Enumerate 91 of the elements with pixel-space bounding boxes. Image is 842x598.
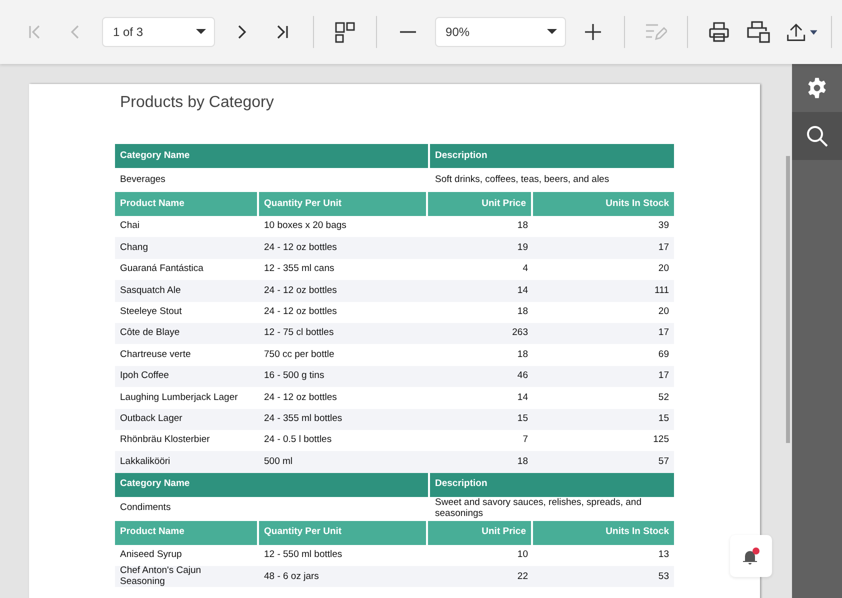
table-cell-text: 52 xyxy=(657,390,670,405)
table-cell-text: Chef Anton's Cajun Seasoning xyxy=(119,566,202,588)
table-cell-text: Rhönbräu Klosterbier xyxy=(119,433,211,448)
printer-icon xyxy=(708,21,730,43)
table-cell-text: Côte de Blaye xyxy=(119,326,181,340)
table-cell-text: 17 xyxy=(657,326,670,340)
table-cell-text: Soft drinks, coffees, teas, beers, and ales xyxy=(434,172,610,187)
table-cell-text: 10 boxes x 20 bags xyxy=(263,219,348,234)
column-header: Quantity Per Unit xyxy=(259,192,428,216)
table-cell-text: 19 xyxy=(516,240,529,255)
table-cell-text: 15 xyxy=(516,412,529,426)
table-cell-text: 53 xyxy=(657,570,670,584)
table-cell-text: 750 cc per bottle xyxy=(263,348,336,362)
column-header: Category Name xyxy=(115,472,430,497)
column-header: Unit Price xyxy=(428,192,533,216)
table-cell-text: 17 xyxy=(657,240,670,255)
table-cell-text: 18 xyxy=(516,305,529,320)
table-cell-text: 10 xyxy=(516,548,529,562)
report-title: Products by Category xyxy=(120,94,275,112)
table-cell-text: 20 xyxy=(657,305,670,320)
table-cell-text: 22 xyxy=(516,570,529,584)
table-cell-text: 48 - 6 oz jars xyxy=(263,570,320,584)
table-cell-text: 16 - 500 g tins xyxy=(263,369,326,384)
upload-icon xyxy=(786,21,806,43)
table-cell-text: 24 - 355 ml bottles xyxy=(263,412,344,426)
zoom-select[interactable]: 90% xyxy=(434,17,566,47)
table-cell-text: 12 - 550 ml bottles xyxy=(263,548,344,562)
caret-icon xyxy=(810,30,818,34)
table-cell-text: Aniseed Syrup xyxy=(119,548,183,562)
table-cell-text: 18 xyxy=(516,219,529,234)
page-select[interactable]: 1 of 3 xyxy=(102,17,215,47)
search-icon xyxy=(806,125,828,147)
pages-grid-icon xyxy=(334,21,356,43)
table-cell-text: 24 - 12 oz bottles xyxy=(263,390,338,405)
table-cell-text: Sasquatch Ale xyxy=(119,284,182,298)
caret-icon xyxy=(546,29,557,35)
table-cell-text: Ipoh Coffee xyxy=(119,369,170,384)
scrollbar[interactable] xyxy=(786,156,790,443)
table-cell-text: 57 xyxy=(657,454,670,469)
table-cell-text: Beverages xyxy=(119,172,166,187)
table-cell-text: 263 xyxy=(511,326,529,340)
table-cell-text: 500 ml xyxy=(263,454,294,469)
table-cell-text: 13 xyxy=(657,548,670,562)
table-cell-text: Sweet and savory sauces, relishes, spreads, and seasonings xyxy=(434,496,642,521)
table-cell-text: Chartreuse verte xyxy=(119,348,192,362)
table-cell-text: Laughing Lumberjack Lager xyxy=(119,390,239,405)
column-header: Quantity Per Unit xyxy=(259,520,428,545)
table-cell-text: Chang xyxy=(119,240,149,255)
table-cell-text: 15 xyxy=(657,412,670,426)
table-cell-text: 17 xyxy=(657,369,670,384)
table-cell-text: 18 xyxy=(516,454,529,469)
table-cell-text: 14 xyxy=(516,390,529,405)
table-cell-text: 12 - 75 cl bottles xyxy=(263,326,335,340)
column-header: Unit Price xyxy=(428,520,533,545)
column-header: Product Name xyxy=(115,520,259,545)
table-cell-text: Steeleye Stout xyxy=(119,305,183,320)
table-cell-text: Outback Lager xyxy=(119,412,184,426)
settings-icon xyxy=(806,77,828,99)
table-cell-text: 24 - 0.5 l bottles xyxy=(263,433,333,448)
minus-icon xyxy=(398,31,417,33)
table-cell-text: 24 - 12 oz bottles xyxy=(263,305,338,320)
table-cell-text: Chai xyxy=(119,219,141,234)
column-header: Product Name xyxy=(115,192,259,216)
plus-icon xyxy=(584,23,602,41)
bell-icon xyxy=(741,546,761,566)
table-cell-text: Condiments xyxy=(119,501,172,516)
table-cell-text: 7 xyxy=(522,433,529,448)
table-cell-text: 24 - 12 oz bottles xyxy=(263,284,338,298)
table-cell-text: 24 - 12 oz bottles xyxy=(263,240,338,255)
column-header: Description xyxy=(434,477,488,492)
notification-button[interactable] xyxy=(730,535,772,577)
caret-icon xyxy=(196,29,206,35)
table-cell-text: 125 xyxy=(652,433,670,448)
table-cell-text: 12 - 355 ml cans xyxy=(263,262,336,276)
table-cell-text: 4 xyxy=(522,262,529,276)
print-page-icon xyxy=(746,20,771,44)
table-cell-text: 39 xyxy=(657,219,670,234)
table-cell-text: Lakkalikööri xyxy=(119,454,172,469)
edit-form-icon xyxy=(644,22,667,42)
table-cell-text: 20 xyxy=(657,262,670,276)
search-tab[interactable] xyxy=(792,112,842,160)
column-header: Units In Stock xyxy=(604,525,670,540)
column-header: Description xyxy=(434,148,488,163)
table-cell-text: 18 xyxy=(516,348,529,362)
column-header: Category Name xyxy=(115,144,430,168)
table-cell-text: 69 xyxy=(657,348,670,362)
table-cell-text: 14 xyxy=(516,284,529,298)
table-cell-text: 111 xyxy=(654,284,670,298)
column-header: Units In Stock xyxy=(604,196,670,211)
table-cell-text: 46 xyxy=(516,369,529,384)
table-cell-text: Guaraná Fantástica xyxy=(119,262,204,276)
